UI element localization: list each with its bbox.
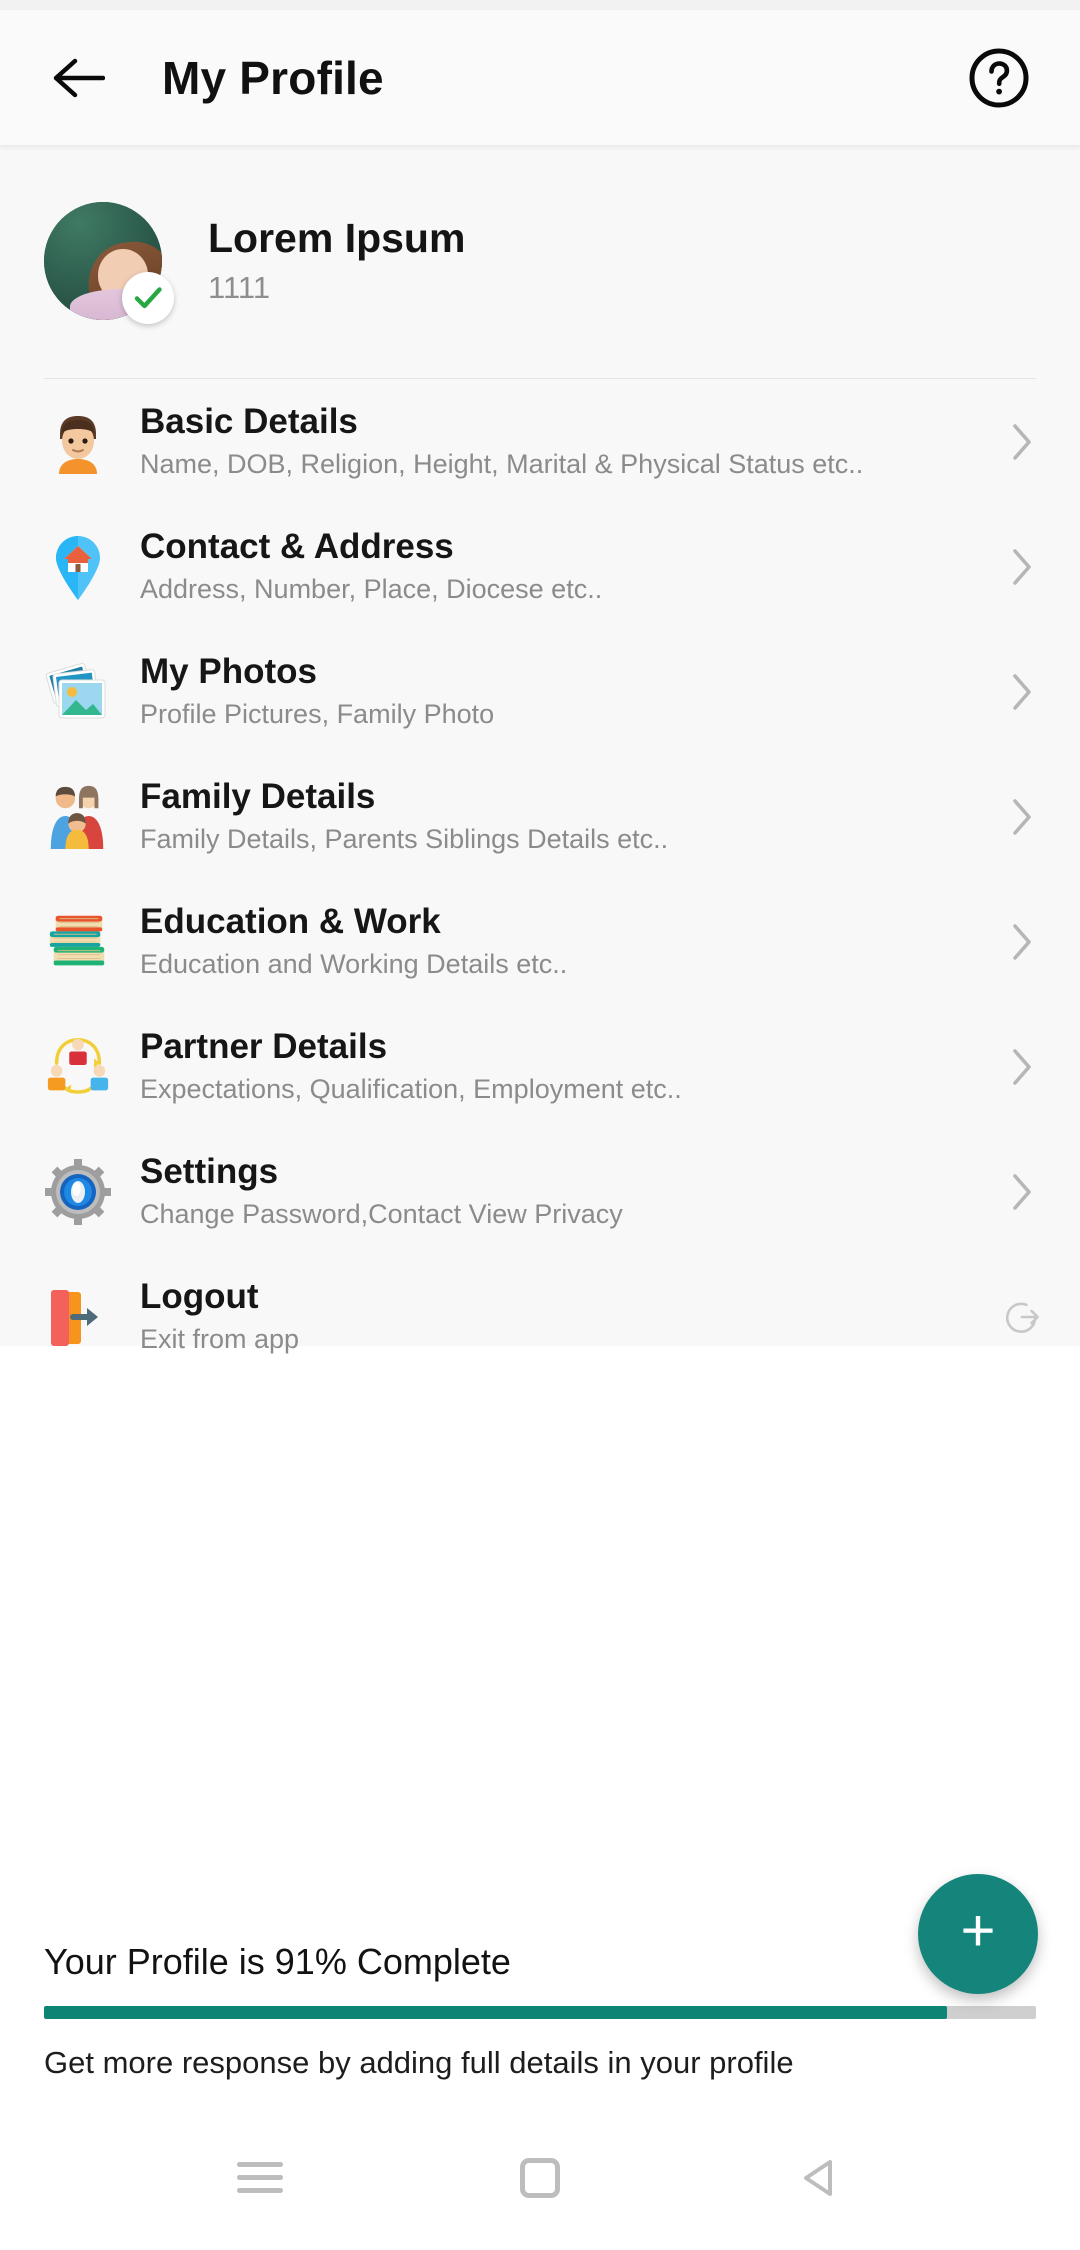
chevron-right-icon[interactable]: [1002, 1172, 1042, 1212]
menu-item-text: Education & Work Education and Working D…: [140, 902, 1002, 980]
help-button[interactable]: [962, 41, 1036, 115]
menu-item-subtitle: Family Details, Parents Siblings Details…: [140, 823, 669, 854]
back-button[interactable]: [44, 43, 114, 113]
chevron-right-icon[interactable]: [1002, 422, 1042, 462]
plus-icon: +: [960, 1897, 996, 1964]
profile-name: Lorem Ipsum: [208, 214, 466, 261]
menu-item-text: Settings Change Password,Contact View Pr…: [140, 1152, 1002, 1230]
menu-item-title: Partner Details: [140, 1027, 388, 1067]
menu-item-subtitle: Profile Pictures, Family Photo: [140, 698, 495, 729]
add-button[interactable]: +: [918, 1874, 1038, 1994]
menu-item-title: Basic Details: [140, 402, 358, 442]
completion-progress-fill: [44, 2006, 947, 2020]
menu-item-subtitle: Exit from app: [140, 1323, 300, 1354]
profile-summary[interactable]: Lorem Ipsum 1111: [0, 146, 1080, 336]
avatar-wrapper[interactable]: [44, 202, 174, 324]
arrow-left-icon: [53, 58, 105, 97]
person-face-icon: [44, 408, 112, 476]
menu-item-text: Family Details Family Details, Parents S…: [140, 777, 1002, 855]
books-stack-icon: [44, 908, 112, 976]
chevron-right-icon[interactable]: [1002, 1047, 1042, 1087]
menu-item-title: My Photos: [140, 652, 317, 692]
menu-item-title: Education & Work: [140, 902, 441, 942]
menu-item-text: Basic Details Name, DOB, Religion, Heigh…: [140, 402, 1002, 480]
chevron-right-icon[interactable]: [1002, 922, 1042, 962]
chevron-right-icon[interactable]: [1002, 672, 1042, 712]
verified-badge: [122, 272, 174, 324]
back-triangle-icon: [804, 2159, 832, 2196]
profile-menu-list: Basic Details Name, DOB, Religion, Heigh…: [0, 379, 1080, 1389]
partner-network-icon: [44, 1033, 112, 1101]
menu-item-text: Logout Exit from app: [140, 1277, 1002, 1355]
recents-button[interactable]: [215, 2133, 305, 2223]
menu-item-subtitle: Name, DOB, Religion, Height, Marital & P…: [140, 448, 864, 479]
menu-item-subtitle: Education and Working Details etc..: [140, 948, 568, 979]
menu-item-title: Settings: [140, 1152, 279, 1192]
profile-content: Lorem Ipsum 1111 Basic Details Name, DOB…: [0, 146, 1080, 1354]
completion-progress-track: [44, 2006, 1036, 2020]
menu-item-subtitle: Expectations, Qualification, Employment …: [140, 1073, 682, 1104]
menu-item-basic-details[interactable]: Basic Details Name, DOB, Religion, Heigh…: [0, 379, 1080, 504]
menu-item-title: Family Details: [140, 777, 376, 817]
menu-item-title: Logout: [140, 1277, 259, 1317]
android-navigation-bar: [0, 2105, 1080, 2250]
chevron-right-icon[interactable]: [1002, 547, 1042, 587]
check-badge-icon: [134, 287, 162, 309]
menu-item-text: Contact & Address Address, Number, Place…: [140, 527, 1002, 605]
completion-text: Your Profile is 91% Complete: [44, 1940, 511, 1982]
menu-item-partner-details[interactable]: Partner Details Expectations, Qualificat…: [0, 1004, 1080, 1129]
menu-item-family-details[interactable]: Family Details Family Details, Parents S…: [0, 754, 1080, 879]
menu-item-text: My Photos Profile Pictures, Family Photo: [140, 652, 1002, 730]
menu-item-logout[interactable]: Logout Exit from app: [0, 1254, 1080, 1379]
logout-door-icon: [44, 1283, 112, 1351]
menu-lines-icon: [237, 2154, 283, 2201]
photos-stack-icon: [44, 658, 112, 726]
menu-item-subtitle: Change Password,Contact View Privacy: [140, 1198, 623, 1229]
menu-item-settings[interactable]: Settings Change Password,Contact View Pr…: [0, 1129, 1080, 1254]
family-group-icon: [44, 783, 112, 851]
menu-item-education-work[interactable]: Education & Work Education and Working D…: [0, 879, 1080, 1004]
app-bar: My Profile: [0, 10, 1080, 146]
profile-id: 1111: [208, 270, 271, 306]
status-bar: [0, 0, 1080, 10]
chevron-right-icon[interactable]: [1002, 797, 1042, 837]
map-pin-home-icon: [44, 533, 112, 601]
menu-item-subtitle: Address, Number, Place, Diocese etc..: [140, 573, 603, 604]
home-button[interactable]: [495, 2133, 585, 2223]
completion-caption: Get more response by adding full details…: [44, 2045, 794, 2081]
menu-item-text: Partner Details Expectations, Qualificat…: [140, 1027, 1002, 1105]
help-circle-icon: [969, 48, 1029, 107]
menu-item-title: Contact & Address: [140, 527, 454, 567]
logout-arrow-icon[interactable]: [1002, 1297, 1042, 1337]
back-nav-button[interactable]: [775, 2133, 865, 2223]
profile-text: Lorem Ipsum 1111: [208, 214, 466, 307]
gear-settings-icon: [44, 1158, 112, 1226]
home-square-icon: [520, 2157, 560, 2198]
menu-item-my-photos[interactable]: My Photos Profile Pictures, Family Photo: [0, 629, 1080, 754]
page-title: My Profile: [162, 51, 384, 104]
menu-item-contact-address[interactable]: Contact & Address Address, Number, Place…: [0, 504, 1080, 629]
